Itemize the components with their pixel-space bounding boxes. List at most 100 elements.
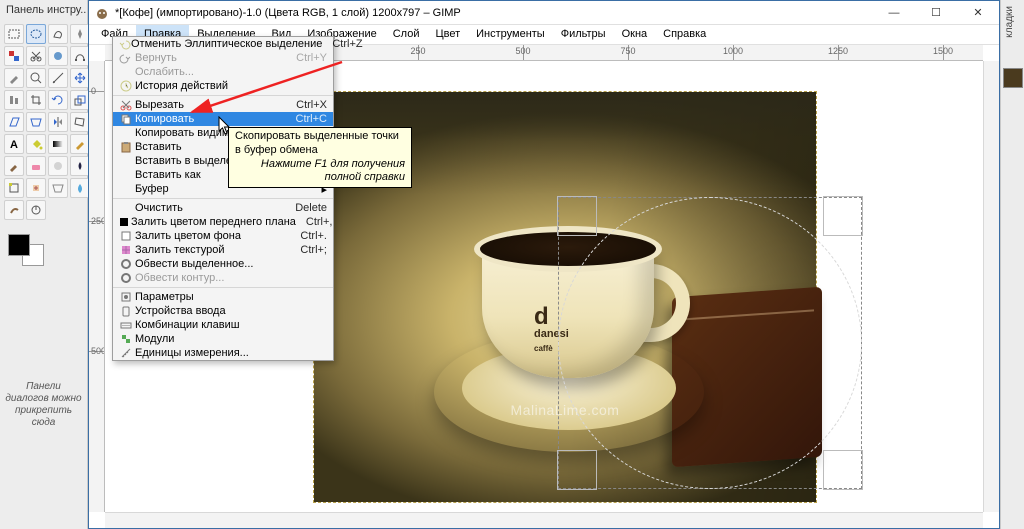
tool-shear[interactable] bbox=[4, 112, 24, 132]
tooltip-line2: Нажмите F1 для получения полной справки bbox=[235, 158, 405, 186]
menu-item-label: Обвести выделенное... bbox=[135, 258, 327, 270]
selection-handle-tr[interactable] bbox=[823, 196, 863, 236]
tool-cage[interactable] bbox=[70, 112, 90, 132]
menu-item-вырезать[interactable]: Вырезать Ctrl+X bbox=[113, 98, 333, 112]
scrollbar-vertical[interactable] bbox=[983, 61, 999, 512]
selection-handle-tl[interactable] bbox=[557, 196, 597, 236]
fg-bg-swatch[interactable] bbox=[8, 234, 48, 270]
tool-dodge[interactable] bbox=[26, 200, 46, 220]
menu-item-label: Вырезать bbox=[135, 99, 286, 111]
layer-thumbnail[interactable] bbox=[1003, 68, 1023, 88]
tool-blend[interactable] bbox=[48, 134, 68, 154]
tool-pencil[interactable] bbox=[70, 134, 90, 154]
scrollbar-horizontal[interactable] bbox=[105, 512, 983, 528]
tool-align[interactable] bbox=[4, 90, 24, 110]
menu-item-обвести-выделенное-[interactable]: Обвести выделенное... bbox=[113, 257, 333, 271]
tool-airbrush[interactable] bbox=[48, 156, 68, 176]
maximize-button[interactable]: ☐ bbox=[915, 1, 957, 25]
tool-foreground[interactable] bbox=[48, 46, 68, 66]
tool-perspective-clone[interactable] bbox=[48, 178, 68, 198]
tool-heal[interactable] bbox=[26, 178, 46, 198]
menu-item-вернуть: Вернуть Ctrl+Y bbox=[113, 51, 333, 65]
menu-item-модули[interactable]: Модули bbox=[113, 332, 333, 346]
tool-eraser[interactable] bbox=[26, 156, 46, 176]
menu-item-label: Очистить bbox=[135, 202, 285, 214]
menu-item-label: Единицы измерения... bbox=[135, 347, 327, 359]
tool-move[interactable] bbox=[70, 68, 90, 88]
tool-free-select[interactable] bbox=[48, 24, 68, 44]
module-icon bbox=[117, 332, 135, 346]
ruler-v-label: 250 bbox=[91, 216, 105, 226]
tool-paintbrush[interactable] bbox=[4, 156, 24, 176]
fg-color[interactable] bbox=[8, 234, 30, 256]
menu-item-устройства-ввода[interactable]: Устройства ввода bbox=[113, 304, 333, 318]
tool-by-color[interactable] bbox=[4, 46, 24, 66]
menu-фильтры[interactable]: Фильтры bbox=[553, 25, 614, 44]
menu-справка[interactable]: Справка bbox=[655, 25, 714, 44]
edit-menu-dropdown: Отменить Эллиптическое выделениеCtrl+ZВе… bbox=[112, 36, 334, 361]
tool-zoom[interactable] bbox=[26, 68, 46, 88]
window-title: *[Кофе] (импортировано)-1.0 (Цвета RGB, … bbox=[115, 7, 461, 19]
menu-item-история-действий[interactable]: История действий bbox=[113, 79, 333, 93]
tool-ink[interactable] bbox=[70, 156, 90, 176]
menu-item-label: Отменить Эллиптическое выделение bbox=[131, 38, 322, 50]
tool-ellipse-select[interactable] bbox=[26, 24, 46, 44]
minimize-button[interactable]: — bbox=[873, 1, 915, 25]
tool-blur[interactable] bbox=[70, 178, 90, 198]
ruler-h-label: 1000 bbox=[723, 46, 743, 56]
tool-perspective[interactable] bbox=[26, 112, 46, 132]
menu-item-label: Модули bbox=[135, 333, 327, 345]
tool-rotate[interactable] bbox=[48, 90, 68, 110]
tool-rect-select[interactable] bbox=[4, 24, 24, 44]
close-button[interactable]: ✕ bbox=[957, 1, 999, 25]
tool-flip[interactable] bbox=[48, 112, 68, 132]
tool-measure[interactable] bbox=[48, 68, 68, 88]
tool-scale[interactable] bbox=[70, 90, 90, 110]
history-icon bbox=[117, 79, 135, 93]
toolbox-panel: Панель инстру... A bbox=[0, 0, 88, 529]
menu-item-залить-текстурой[interactable]: Залить текстуройCtrl+; bbox=[113, 243, 333, 257]
menu-item-label: История действий bbox=[135, 80, 327, 92]
tool-fuzzy-select[interactable] bbox=[70, 24, 90, 44]
menu-цвет[interactable]: Цвет bbox=[427, 25, 468, 44]
selection-handle-bl[interactable] bbox=[557, 450, 597, 490]
menu-item-label: Комбинации клавиш bbox=[135, 319, 327, 331]
toolbox-title: Панель инстру... bbox=[0, 0, 87, 20]
ruler-h-label: 500 bbox=[515, 46, 530, 56]
selection-handle-br[interactable] bbox=[823, 450, 863, 490]
vertical-ruler[interactable]: 0250500 bbox=[89, 61, 105, 512]
menu-инструменты[interactable]: Инструменты bbox=[468, 25, 553, 44]
menu-item-единицы-измерения-[interactable]: Единицы измерения... bbox=[113, 346, 333, 360]
tool-smudge[interactable] bbox=[4, 200, 24, 220]
menu-item-параметры[interactable]: Параметры bbox=[113, 290, 333, 304]
tool-text[interactable]: A bbox=[4, 134, 24, 154]
menu-item-копировать[interactable]: КопироватьCtrl+C bbox=[113, 112, 333, 126]
copy-icon bbox=[117, 112, 135, 126]
tool-crop[interactable] bbox=[26, 90, 46, 110]
right-dock-sliver: кладки bbox=[1000, 0, 1024, 529]
menu-item-shortcut: Ctrl+Y bbox=[296, 52, 327, 64]
menu-item-label: Залить цветом переднего плана bbox=[131, 216, 296, 228]
menu-item-shortcut: Ctrl+; bbox=[300, 244, 327, 256]
right-tab-label[interactable]: кладки bbox=[1001, 0, 1018, 44]
menu-слой[interactable]: Слой bbox=[385, 25, 428, 44]
tooltip-line1: Скопировать выделенные точки в буфер обм… bbox=[235, 130, 405, 158]
menu-item-залить-цветом-переднего-плана[interactable]: Залить цветом переднего планаCtrl+, bbox=[113, 215, 333, 229]
ruler-h-label: 1500 bbox=[933, 46, 953, 56]
menu-item-очистить[interactable]: ОчиститьDelete bbox=[113, 201, 333, 215]
menu-окна[interactable]: Окна bbox=[614, 25, 656, 44]
redo-icon bbox=[117, 51, 135, 65]
menu-item-label: Вернуть bbox=[135, 52, 286, 64]
tool-color-picker[interactable] bbox=[4, 68, 24, 88]
tool-clone[interactable] bbox=[4, 178, 24, 198]
menu-item-label: Копировать bbox=[135, 113, 286, 125]
menu-item-комбинации-клавиш[interactable]: Комбинации клавиш bbox=[113, 318, 333, 332]
tool-bucket[interactable] bbox=[26, 134, 46, 154]
menu-item-отменить-эллиптическое-выделение[interactable]: Отменить Эллиптическое выделениеCtrl+Z bbox=[113, 37, 333, 51]
tool-paths[interactable] bbox=[70, 46, 90, 66]
menu-item-залить-цветом-фона[interactable]: Залить цветом фонаCtrl+. bbox=[113, 229, 333, 243]
menu-item-shortcut: Ctrl+X bbox=[296, 99, 327, 111]
titlebar: *[Кофе] (импортировано)-1.0 (Цвета RGB, … bbox=[89, 1, 999, 25]
selection-bounds[interactable] bbox=[558, 197, 862, 489]
tool-scissors[interactable] bbox=[26, 46, 46, 66]
